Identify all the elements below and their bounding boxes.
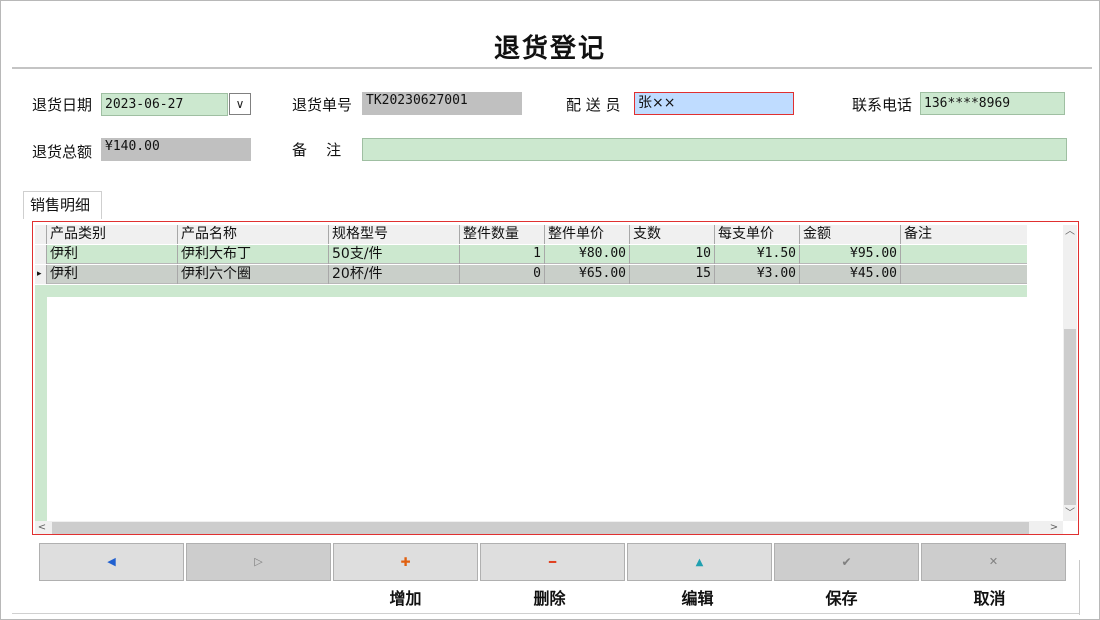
page-title: 退货登记 <box>493 34 606 64</box>
save-button-label[interactable]: 保存 <box>769 585 914 609</box>
scroll-up-icon[interactable]: ︿ <box>1063 225 1077 239</box>
column-header[interactable]: 产品名称 <box>178 225 329 244</box>
delete-button[interactable]: ━ <box>480 543 625 581</box>
courier-label: 配 送 员 <box>566 96 621 114</box>
table-cell[interactable]: 伊利 <box>47 245 178 264</box>
column-header[interactable]: 支数 <box>630 225 715 244</box>
vertical-scroll-thumb[interactable] <box>1064 329 1076 505</box>
save-button[interactable]: ✔ <box>774 543 919 581</box>
vertical-scrollbar[interactable]: ︿ ﹀ <box>1063 225 1077 521</box>
row-selector-header <box>35 225 47 244</box>
add-button-label[interactable]: 增加 <box>333 585 478 609</box>
column-header[interactable]: 整件数量 <box>460 225 545 244</box>
column-header[interactable]: 整件单价 <box>545 225 630 244</box>
table-cell[interactable]: ¥3.00 <box>715 265 800 284</box>
grid-header-row: 产品类别 产品名称 规格型号 整件数量 整件单价 支数 每支单价 金额 备注 <box>35 225 1027 244</box>
table-cell[interactable]: 1 <box>460 245 545 264</box>
table-cell[interactable]: 10 <box>630 245 715 264</box>
remark-label: 备 注 <box>292 141 342 159</box>
table-cell[interactable]: 50支/件 <box>329 245 460 264</box>
triangle-up-icon: ▲ <box>695 557 704 568</box>
close-icon: ✕ <box>988 555 999 568</box>
courier-field[interactable]: 张×× <box>634 92 794 115</box>
phone-field[interactable]: 136****8969 <box>920 92 1065 115</box>
table-cell[interactable] <box>901 265 1027 284</box>
table-cell[interactable]: 0 <box>460 265 545 284</box>
table-cell[interactable]: ¥1.50 <box>715 245 800 264</box>
sales-detail-grid[interactable]: 产品类别 产品名称 规格型号 整件数量 整件单价 支数 每支单价 金额 备注 伊… <box>32 221 1079 535</box>
column-header[interactable]: 产品类别 <box>47 225 178 244</box>
current-row-marker-icon[interactable]: ▸ <box>35 265 47 284</box>
delete-button-label[interactable]: 删除 <box>477 585 622 609</box>
column-header[interactable]: 金额 <box>800 225 901 244</box>
table-cell[interactable]: ¥95.00 <box>800 245 901 264</box>
horizontal-scroll-thumb[interactable] <box>52 522 1029 534</box>
right-divider <box>1079 560 1080 615</box>
return-no-field[interactable]: TK20230627001 <box>362 92 522 115</box>
table-cell[interactable]: 伊利 <box>47 265 178 284</box>
grid-body: 产品类别 产品名称 规格型号 整件数量 整件单价 支数 每支单价 金额 备注 伊… <box>35 225 1027 522</box>
return-no-label: 退货单号 <box>292 96 353 114</box>
cancel-button-label[interactable]: 取消 <box>917 585 1062 609</box>
column-header[interactable]: 备注 <box>901 225 1027 244</box>
tab-sales-detail[interactable]: 销售明细 <box>23 191 102 219</box>
title-divider <box>12 67 1092 69</box>
scroll-down-icon[interactable]: ﹀ <box>1063 507 1077 521</box>
chevron-down-icon: ∨ <box>235 97 245 111</box>
table-cell[interactable]: ¥65.00 <box>545 265 630 284</box>
row-selector[interactable] <box>35 245 47 264</box>
arrow-right-icon: ▷ <box>254 555 263 568</box>
bottom-divider <box>12 613 1079 614</box>
cancel-button[interactable]: ✕ <box>921 543 1066 581</box>
scroll-right-icon[interactable]: > <box>1047 521 1061 534</box>
table-cell[interactable] <box>901 245 1027 264</box>
minus-icon: ━ <box>548 555 557 569</box>
return-date-label: 退货日期 <box>32 96 93 114</box>
edit-button[interactable]: ▲ <box>627 543 772 581</box>
plus-icon: ✚ <box>400 555 411 569</box>
next-record-button[interactable]: ▷ <box>186 543 331 581</box>
return-date-field[interactable]: 2023-06-27 <box>101 93 228 116</box>
table-row[interactable]: ▸ 伊利 伊利六个圈 20杯/件 0 ¥65.00 15 ¥3.00 ¥45.0… <box>35 265 1027 284</box>
table-cell[interactable]: ¥45.00 <box>800 265 901 284</box>
scroll-left-icon[interactable]: < <box>35 521 49 534</box>
table-cell[interactable]: 15 <box>630 265 715 284</box>
column-header[interactable]: 规格型号 <box>329 225 460 244</box>
table-cell[interactable]: 伊利大布丁 <box>178 245 329 264</box>
arrow-left-icon: ◀ <box>107 555 116 568</box>
total-label: 退货总额 <box>32 143 93 161</box>
row-selector-column <box>35 285 47 522</box>
edit-button-label[interactable]: 编辑 <box>625 585 770 609</box>
new-row-placeholder[interactable] <box>35 285 1027 297</box>
phone-label: 联系电话 <box>852 96 913 114</box>
table-cell[interactable]: 20杯/件 <box>329 265 460 284</box>
check-icon: ✔ <box>841 555 852 569</box>
prev-record-button[interactable]: ◀ <box>39 543 184 581</box>
table-cell[interactable]: 伊利六个圈 <box>178 265 329 284</box>
horizontal-scrollbar[interactable]: < > <box>35 521 1063 534</box>
column-header[interactable]: 每支单价 <box>715 225 800 244</box>
total-field[interactable]: ¥140.00 <box>101 138 251 161</box>
table-row[interactable]: 伊利 伊利大布丁 50支/件 1 ¥80.00 10 ¥1.50 ¥95.00 <box>35 245 1027 264</box>
date-dropdown-button[interactable]: ∨ <box>229 93 251 115</box>
table-cell[interactable]: ¥80.00 <box>545 245 630 264</box>
remark-field[interactable] <box>362 138 1067 161</box>
add-button[interactable]: ✚ <box>333 543 478 581</box>
